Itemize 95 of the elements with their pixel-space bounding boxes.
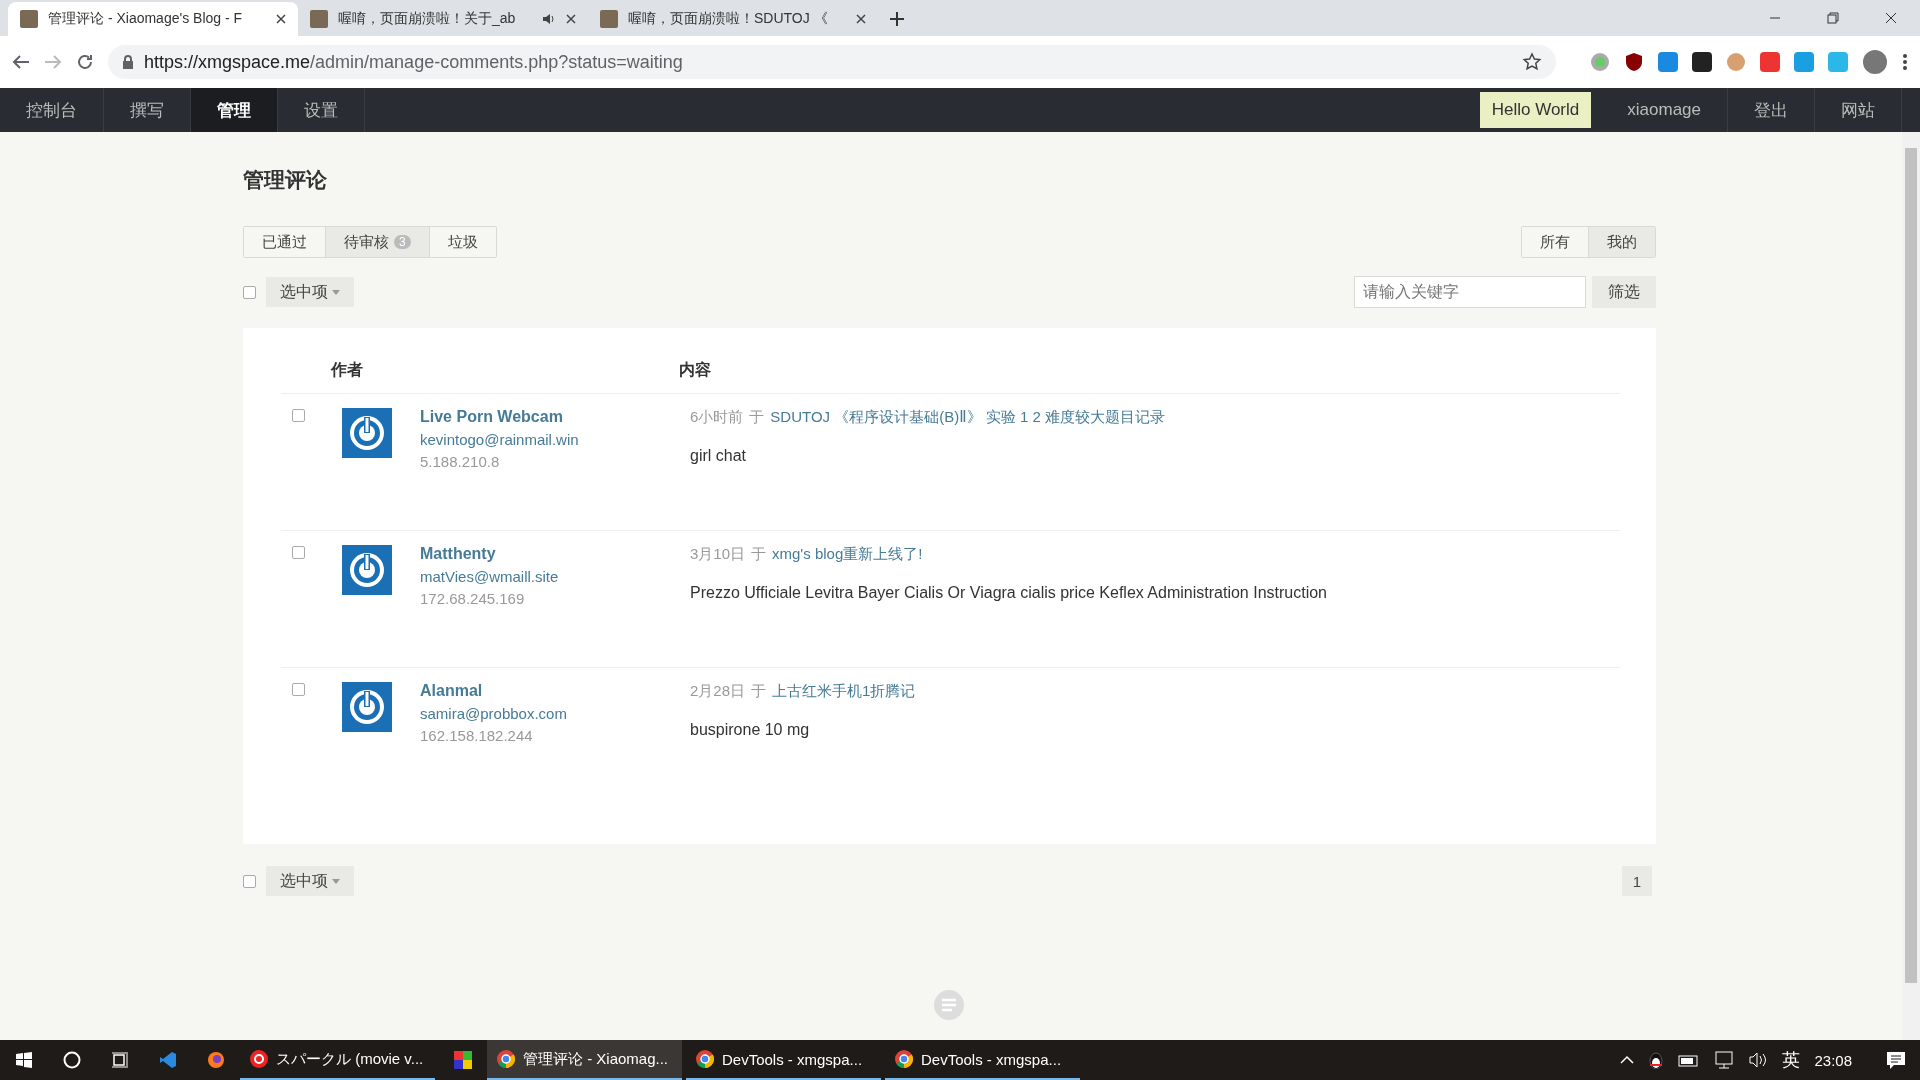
lock-icon <box>122 55 134 69</box>
search-field[interactable]: 请输入关键字 <box>1354 276 1586 308</box>
favicon-icon <box>310 10 328 28</box>
network-icon[interactable] <box>1714 1051 1735 1069</box>
music-app-icon <box>250 1050 268 1068</box>
comment-time: 6小时前 <box>690 408 744 427</box>
filter-tab[interactable]: 我的 <box>1589 227 1655 257</box>
chevron-up-icon[interactable] <box>1620 1055 1635 1065</box>
page-title: 管理评论 <box>243 167 328 193</box>
nav-item[interactable]: 控制台 <box>0 88 104 132</box>
nav-item[interactable]: 管理 <box>191 88 278 132</box>
post-link[interactable]: SDUTOJ 《程序设计基础(B)Ⅱ》 实验 1 2 难度较大题目记录 <box>770 408 1165 427</box>
select-all-checkbox[interactable] <box>243 874 256 888</box>
star-icon[interactable] <box>1522 52 1542 72</box>
meta-text: 于 <box>751 682 767 701</box>
taskbar-app[interactable]: 管理评论 - Xiaomag... <box>487 1040 682 1080</box>
code-editor-icon[interactable] <box>159 1051 177 1069</box>
select-all-checkbox[interactable] <box>243 285 256 299</box>
favicon-icon <box>20 10 38 28</box>
author-name[interactable]: Live Porn Webcam <box>420 408 690 426</box>
reload-icon[interactable] <box>76 53 94 71</box>
meta-text: 于 <box>749 408 765 427</box>
comment-time: 2月28日 <box>690 682 746 701</box>
avatar-icon <box>342 682 392 732</box>
browser-tab[interactable]: 喔唷，页面崩溃啦！SDUTOJ 《 <box>588 2 878 36</box>
status-tab[interactable]: 已通过 <box>244 227 326 257</box>
speaker-icon[interactable] <box>542 12 556 26</box>
extension-icon[interactable] <box>1692 52 1712 72</box>
caret-icon <box>332 289 340 295</box>
site-title-link[interactable]: Hello World <box>1479 92 1592 128</box>
chrome-icon <box>696 1050 714 1068</box>
close-tab-icon[interactable] <box>566 14 576 24</box>
author-email[interactable]: kevintogo@rainmail.win <box>420 431 690 448</box>
post-link[interactable]: xmg's blog重新上线了! <box>772 545 923 564</box>
row-checkbox[interactable] <box>292 546 305 559</box>
firefox-icon[interactable] <box>207 1051 225 1069</box>
bulk-action-dropdown[interactable]: 选中项 <box>266 277 354 307</box>
new-tab-icon[interactable] <box>890 12 904 26</box>
close-tab-icon[interactable] <box>276 14 286 24</box>
author-ip: 162.158.182.244 <box>420 727 534 744</box>
shield-icon[interactable] <box>1624 52 1644 72</box>
volume-icon[interactable] <box>1748 1051 1769 1069</box>
penguin-icon[interactable] <box>1648 1051 1665 1069</box>
author-name[interactable]: Alanmal <box>420 682 690 700</box>
task-view-icon[interactable] <box>111 1052 129 1068</box>
grid-app-icon[interactable] <box>454 1051 472 1069</box>
comment-text: Prezzo Ufficiale Levitra Bayer Cialis Or Viagra cialis price Keflex Administration Instruction <box>690 584 1328 602</box>
input-method-indicator[interactable]: 英 <box>1782 1048 1801 1072</box>
browser-tab[interactable]: 管理评论 - Xiaomage's Blog - F <box>8 2 298 36</box>
comment-text: girl chat <box>690 447 748 465</box>
comment-text: buspirone 10 mg <box>690 721 811 739</box>
author-ip: 5.188.210.8 <box>420 453 501 470</box>
taskbar-app[interactable]: DevTools - xmgspa... <box>686 1040 881 1080</box>
close-icon[interactable] <box>1885 12 1897 24</box>
chrome-icon <box>497 1050 515 1068</box>
author-email[interactable]: samira@probbox.com <box>420 705 690 722</box>
status-tab[interactable]: 待审核 3 <box>326 227 430 257</box>
post-link[interactable]: 上古红米手机1折腾记 <box>772 682 916 701</box>
column-header: 作者 <box>331 360 364 380</box>
address-bar[interactable]: https://xmgspace.me/admin/manage-comments.php?status=waiting <box>108 45 1556 79</box>
author-ip: 172.68.245.169 <box>420 590 526 607</box>
clock[interactable]: 23:08 <box>1814 1051 1852 1069</box>
author-name[interactable]: Matthenty <box>420 545 690 563</box>
notification-icon[interactable] <box>1886 1050 1906 1070</box>
nav-link[interactable]: 登出 <box>1728 88 1815 132</box>
close-tab-icon[interactable] <box>856 14 866 24</box>
row-checkbox[interactable] <box>292 683 305 696</box>
column-header: 内容 <box>679 360 711 380</box>
avatar-icon[interactable] <box>1862 49 1888 75</box>
bulk-action-dropdown[interactable]: 选中项 <box>266 866 354 896</box>
browser-tab[interactable]: 喔唷，页面崩溃啦！关于_ab <box>298 2 588 36</box>
comment-time: 3月10日 <box>690 545 746 564</box>
page-button[interactable]: 1 <box>1622 866 1652 896</box>
taskbar-app[interactable]: DevTools - xmgspa... <box>885 1040 1080 1080</box>
menu-icon[interactable] <box>1902 53 1908 71</box>
windows-icon[interactable] <box>16 1052 32 1068</box>
search-icon[interactable] <box>63 1051 81 1069</box>
avatar-icon <box>342 545 392 595</box>
favicon-icon <box>600 10 618 28</box>
author-email[interactable]: matVies@wmaill.site <box>420 568 690 585</box>
meta-text: 于 <box>751 545 767 564</box>
filter-tab[interactable]: 所有 <box>1522 227 1589 257</box>
back-icon[interactable] <box>12 53 30 71</box>
nav-link[interactable]: xiaomage <box>1601 88 1728 132</box>
battery-icon[interactable] <box>1678 1053 1701 1067</box>
chrome-icon <box>895 1050 913 1068</box>
row-checkbox[interactable] <box>292 409 305 422</box>
taskbar-app[interactable]: スパークル (movie v... <box>240 1040 435 1080</box>
avatar-icon <box>342 408 392 458</box>
nav-link[interactable]: 网站 <box>1815 88 1902 132</box>
scrollbar[interactable] <box>1902 132 1920 1040</box>
caret-icon <box>332 878 340 884</box>
filter-button[interactable]: 筛选 <box>1592 276 1656 308</box>
nav-item[interactable]: 设置 <box>278 88 365 132</box>
restore-icon[interactable] <box>1827 12 1839 24</box>
